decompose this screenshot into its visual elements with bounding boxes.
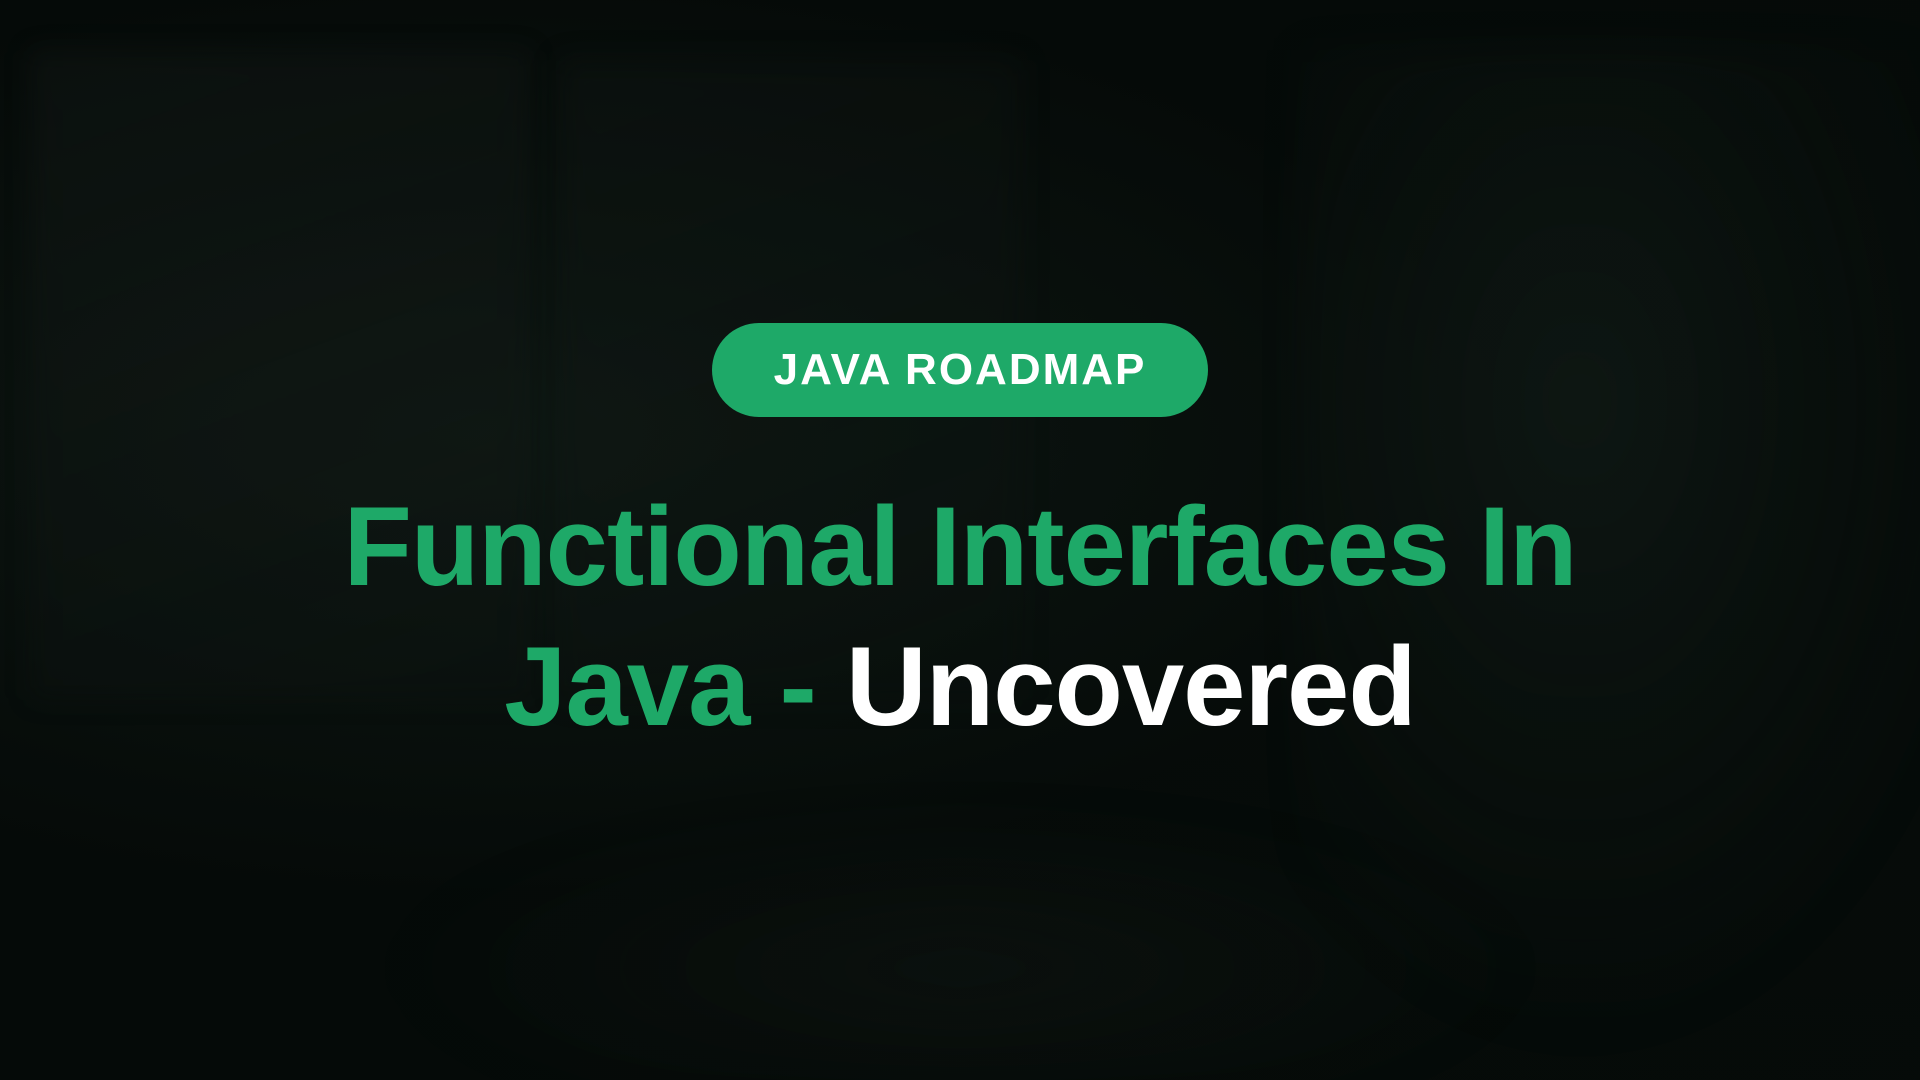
main-title: Functional Interfaces In Java - Uncovere… (343, 477, 1576, 757)
badge-label: JAVA ROADMAP (774, 345, 1147, 394)
content-container: JAVA ROADMAP Functional Interfaces In Ja… (0, 0, 1920, 1080)
category-badge: JAVA ROADMAP (712, 323, 1209, 417)
title-text-green-2: Java - (504, 624, 846, 749)
title-text-green-1: Functional Interfaces In (343, 484, 1576, 609)
title-line-1: Functional Interfaces In (343, 477, 1576, 617)
title-text-white: Uncovered (846, 624, 1416, 749)
title-line-2: Java - Uncovered (343, 617, 1576, 757)
